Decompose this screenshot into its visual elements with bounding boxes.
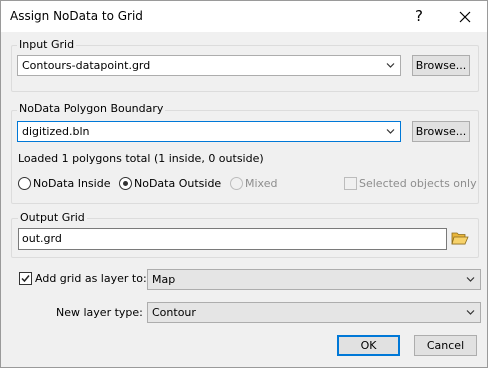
polygon-browse-button[interactable]: Browse... (412, 121, 470, 142)
output-grid-input[interactable]: out.grd (18, 228, 447, 250)
new-layer-type-value: Contour (152, 306, 196, 319)
output-grid-label: Output Grid (18, 211, 87, 224)
close-icon (459, 11, 471, 22)
open-folder-button[interactable] (451, 230, 469, 246)
nodata-outside-radio[interactable] (119, 177, 132, 190)
polygon-file-value: digitized.bln (22, 125, 90, 138)
input-grid-browse-button[interactable]: Browse... (412, 55, 470, 76)
add-layer-target-value: Map (152, 273, 176, 286)
chevron-down-icon (466, 277, 475, 282)
nodata-inside-label: NoData Inside (33, 177, 111, 190)
folder-icon (451, 232, 469, 245)
close-button[interactable] (445, 1, 485, 32)
assign-nodata-dialog: Assign NoData to Grid ? Input Grid Conto… (0, 0, 488, 368)
mixed-label: Mixed (245, 177, 278, 190)
input-grid-value: Contours-datapoint.grd (22, 59, 151, 72)
add-grid-as-layer-checkbox[interactable] (19, 272, 32, 285)
dialog-title: Assign NoData to Grid (10, 9, 143, 23)
chevron-down-icon (466, 310, 475, 315)
cancel-button[interactable]: Cancel (414, 335, 477, 356)
polygon-status-text: Loaded 1 polygons total (1 inside, 0 out… (18, 152, 264, 165)
mixed-radio[interactable] (230, 177, 243, 190)
add-grid-as-layer-label: Add grid as layer to: (35, 272, 147, 285)
add-layer-target-combo[interactable]: Map (147, 269, 481, 290)
ok-button[interactable]: OK (337, 335, 400, 356)
chevron-down-icon (386, 129, 395, 134)
input-grid-label: Input Grid (17, 38, 77, 51)
nodata-inside-radio[interactable] (18, 177, 31, 190)
polygon-file-combo[interactable]: digitized.bln (17, 121, 401, 142)
input-grid-combo[interactable]: Contours-datapoint.grd (17, 55, 401, 76)
checkmark-icon (21, 275, 30, 283)
nodata-outside-label: NoData Outside (134, 177, 222, 190)
polygon-group-label: NoData Polygon Boundary (17, 102, 166, 115)
output-grid-value: out.grd (22, 232, 62, 245)
new-layer-type-label: New layer type: (56, 306, 143, 319)
new-layer-type-combo[interactable]: Contour (147, 302, 481, 323)
chevron-down-icon (386, 63, 395, 68)
help-button[interactable]: ? (399, 1, 439, 32)
selected-objects-only-checkbox[interactable] (344, 177, 357, 190)
title-bar: Assign NoData to Grid ? (1, 1, 487, 32)
selected-objects-only-label: Selected objects only (359, 177, 477, 190)
